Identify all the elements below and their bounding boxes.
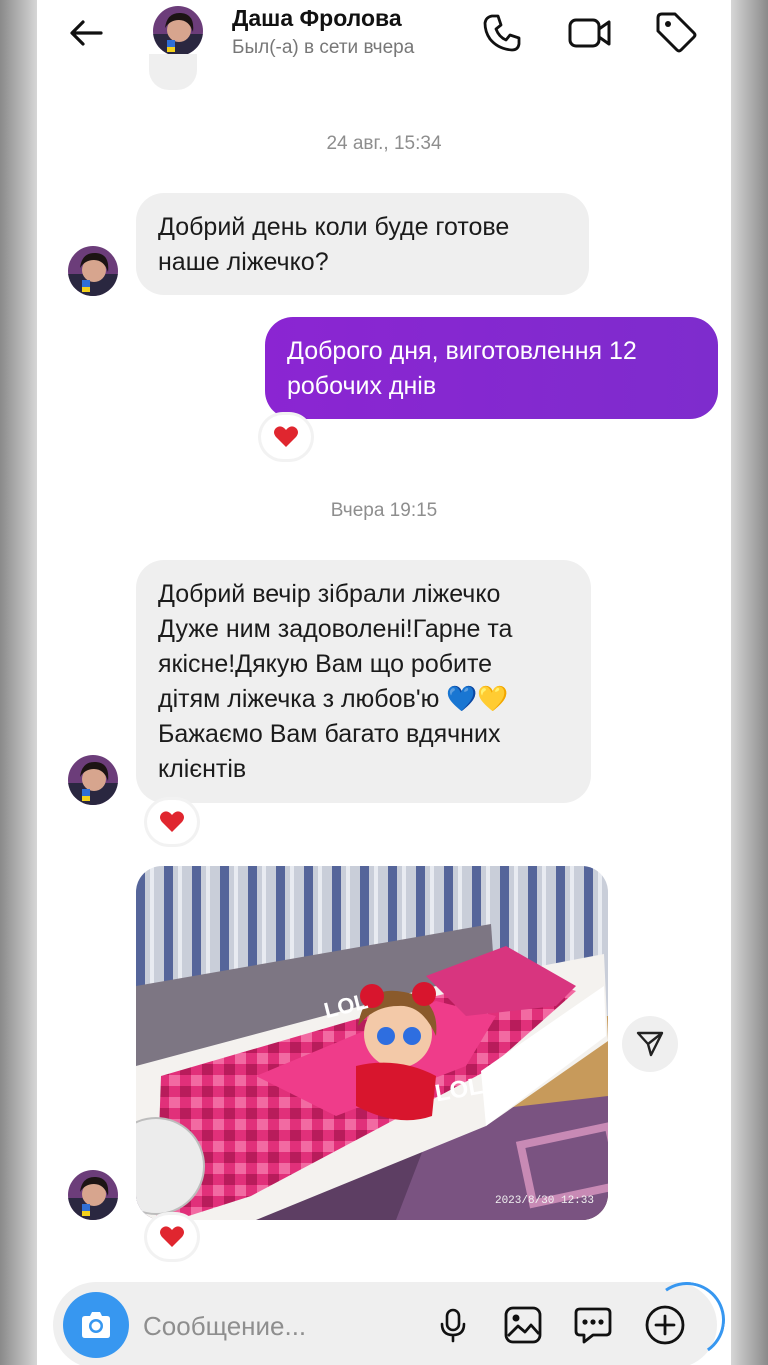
video-icon bbox=[568, 18, 611, 48]
arrow-left-icon bbox=[70, 20, 103, 46]
chat-screen: Даша Фролова Был(-а) в сети вчера 24 авг… bbox=[37, 0, 731, 1365]
message-input[interactable] bbox=[143, 1306, 413, 1346]
share-button[interactable] bbox=[622, 1016, 678, 1072]
video-call-button[interactable] bbox=[565, 8, 615, 58]
message-line: Бажаємо Вам багато вдячних bbox=[158, 720, 501, 748]
gallery-icon bbox=[504, 1306, 542, 1344]
camera-icon bbox=[82, 1312, 110, 1338]
contact-status: Был(-а) в сети вчера bbox=[232, 37, 415, 58]
more-button[interactable] bbox=[641, 1301, 689, 1349]
incoming-message[interactable]: Добрий день коли буде готове наше ліжечк… bbox=[136, 193, 589, 295]
message-line: наше ліжечко? bbox=[158, 248, 329, 276]
voice-message-button[interactable] bbox=[429, 1301, 477, 1349]
heart-reaction[interactable] bbox=[261, 415, 311, 459]
incoming-message[interactable]: Добрий вечір зібрали ліжечко Дуже ним за… bbox=[136, 560, 591, 803]
contact-name[interactable]: Даша Фролова bbox=[232, 5, 402, 32]
message-line: клієнтів bbox=[158, 755, 247, 783]
heart-icon bbox=[274, 426, 298, 447]
timestamp: Вчера 19:15 bbox=[330, 500, 438, 521]
tag-button[interactable] bbox=[651, 8, 701, 58]
heart-reaction[interactable] bbox=[147, 800, 197, 844]
heart-icon bbox=[160, 1226, 184, 1247]
plus-icon bbox=[645, 1305, 685, 1345]
photo-timestamp: 2023/8/30 12:33 bbox=[494, 1195, 594, 1207]
heart-icon bbox=[160, 811, 184, 832]
sticker-button[interactable] bbox=[569, 1301, 617, 1349]
message-line: Доброго дня, виготовлення 12 bbox=[287, 337, 637, 365]
previous-message-reaction bbox=[149, 54, 197, 90]
timestamp: 24 авг., 15:34 bbox=[326, 133, 442, 154]
camera-button[interactable] bbox=[63, 1292, 129, 1358]
send-icon bbox=[636, 1031, 664, 1057]
sticker-icon bbox=[574, 1307, 612, 1344]
microphone-icon bbox=[440, 1308, 466, 1343]
gallery-button[interactable] bbox=[499, 1301, 547, 1349]
message-line: Добрий вечір зібрали ліжечко bbox=[158, 580, 501, 608]
photo-message[interactable]: LOL LOL 2023/8/30 12:33 bbox=[136, 866, 608, 1220]
heart-reaction[interactable] bbox=[147, 1215, 197, 1259]
back-button[interactable] bbox=[63, 10, 109, 56]
message-line: Добрий день коли буде готове bbox=[158, 213, 510, 241]
audio-call-button[interactable] bbox=[477, 8, 527, 58]
message-line: робочих днів bbox=[287, 372, 437, 400]
sender-avatar[interactable] bbox=[68, 755, 118, 805]
sender-avatar[interactable] bbox=[68, 246, 118, 296]
message-line: Дуже ним задоволені!Гарне та bbox=[158, 615, 513, 643]
message-line: якісне!Дякую Вам що робите bbox=[158, 650, 493, 678]
outgoing-message[interactable]: Доброго дня, виготовлення 12 робочих дні… bbox=[265, 317, 718, 419]
phone-icon bbox=[483, 14, 521, 52]
tag-icon bbox=[656, 12, 697, 53]
contact-avatar[interactable] bbox=[153, 6, 203, 56]
message-line: дітям ліжечка з любов'ю 💙💛 bbox=[158, 685, 509, 713]
sender-avatar[interactable] bbox=[68, 1170, 118, 1220]
